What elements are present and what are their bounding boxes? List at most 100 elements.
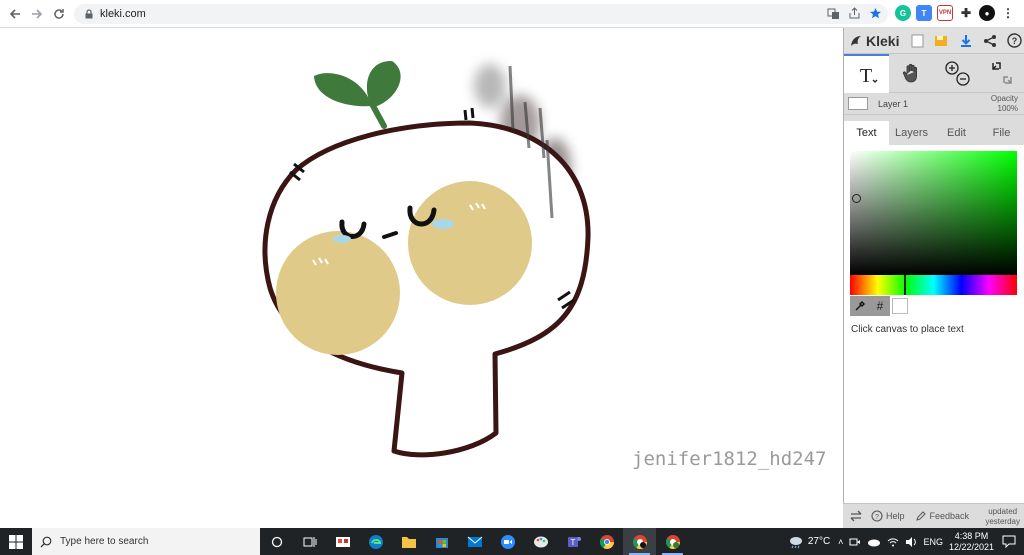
back-button[interactable] bbox=[4, 3, 26, 25]
taskbar-clock[interactable]: 4:38 PM 12/22/2021 bbox=[949, 531, 994, 553]
kleki-footer: ? Help Feedback updated yesterday bbox=[843, 503, 1024, 528]
share-button[interactable] bbox=[980, 31, 999, 51]
edge-browser-icon bbox=[368, 534, 383, 549]
drawing-canvas[interactable]: jenifer1812_hd247 bbox=[0, 28, 843, 528]
reload-button[interactable] bbox=[48, 3, 70, 25]
tool-selector: T bbox=[844, 53, 1024, 93]
extensions-puzzle-icon[interactable]: ✚ bbox=[958, 5, 974, 21]
bookmark-star-icon[interactable] bbox=[869, 7, 882, 20]
windows-logo-icon bbox=[9, 534, 23, 549]
forward-arrow-icon bbox=[32, 8, 43, 19]
chrome-icon bbox=[599, 534, 614, 549]
cortana-button[interactable] bbox=[260, 528, 293, 555]
teams-icon: T bbox=[567, 536, 581, 547]
notification-center-icon[interactable] bbox=[1002, 535, 1016, 548]
taskbar-app-chrome-profile2[interactable] bbox=[656, 528, 689, 555]
tab-edit[interactable]: Edit bbox=[934, 121, 979, 145]
forward-button[interactable] bbox=[26, 3, 48, 25]
eyedropper-icon bbox=[855, 301, 865, 311]
taskbar-app-chrome-active[interactable] bbox=[623, 528, 656, 555]
saturation-value-picker[interactable] bbox=[850, 151, 1017, 275]
download-icon bbox=[960, 34, 971, 47]
taskbar-app-zoom[interactable] bbox=[491, 528, 524, 555]
swap-panel-button[interactable] bbox=[849, 509, 863, 523]
sprout-leaf-right bbox=[366, 60, 401, 108]
help-circle-icon: ? bbox=[871, 510, 883, 522]
taskbar-app-file-explorer[interactable] bbox=[392, 528, 425, 555]
language-indicator[interactable]: ENG bbox=[923, 537, 943, 547]
download-button[interactable] bbox=[956, 31, 975, 51]
taskbar-app-paint3d[interactable] bbox=[524, 528, 557, 555]
new-file-icon bbox=[911, 34, 924, 47]
tab-layers[interactable]: Layers bbox=[889, 121, 934, 145]
taskbar-app-mail[interactable] bbox=[458, 528, 491, 555]
layer-opacity: Opacity 100% bbox=[990, 94, 1018, 113]
taskbar-app-paint[interactable] bbox=[326, 528, 359, 555]
layer-thumbnail[interactable] bbox=[848, 97, 868, 110]
hex-input-button[interactable]: # bbox=[870, 296, 890, 316]
translate-extension-icon[interactable]: T bbox=[916, 5, 932, 21]
wifi-icon[interactable] bbox=[887, 536, 899, 548]
tab-file[interactable]: File bbox=[979, 121, 1024, 145]
browser-toolbar: kleki.com G T VPN ✚ ● ⋮ bbox=[0, 0, 1024, 28]
tab-text[interactable]: Text bbox=[844, 121, 889, 145]
zoom-in-out-icon bbox=[944, 61, 970, 86]
task-view-button[interactable] bbox=[293, 528, 326, 555]
text-tool[interactable]: T bbox=[844, 53, 889, 93]
url-text: kleki.com bbox=[100, 8, 146, 20]
paint-app-icon bbox=[335, 536, 350, 547]
mail-icon bbox=[467, 536, 482, 547]
weather-cloud-rain-icon[interactable] bbox=[788, 535, 804, 549]
feedback-link[interactable]: Feedback bbox=[915, 510, 969, 522]
kleki-logo[interactable]: Kleki bbox=[849, 33, 899, 49]
taskbar-app-edge[interactable] bbox=[359, 528, 392, 555]
svg-text:T: T bbox=[570, 538, 575, 547]
svg-text:?: ? bbox=[875, 514, 879, 521]
undo-redo-icon bbox=[991, 62, 1012, 84]
help-link[interactable]: ? Help bbox=[871, 510, 905, 522]
help-button[interactable]: ? bbox=[1005, 31, 1024, 51]
vpn-extension-icon[interactable]: VPN bbox=[937, 5, 953, 21]
undo-redo-controls[interactable] bbox=[979, 54, 1024, 93]
color-tools-row: # bbox=[850, 296, 1024, 316]
weather-temperature[interactable]: 27°C bbox=[808, 536, 830, 547]
text-tool-icon: T bbox=[859, 65, 877, 87]
meet-now-icon[interactable] bbox=[849, 536, 861, 548]
windows-taskbar: Type here to search T 27°C ˄ ENG 4:38 PM… bbox=[0, 528, 1024, 555]
right-cheek bbox=[408, 181, 532, 305]
eyedropper-button[interactable] bbox=[850, 296, 870, 316]
taskbar-search[interactable]: Type here to search bbox=[32, 528, 260, 555]
translate-icon[interactable] bbox=[827, 7, 840, 20]
paint-palette-icon bbox=[533, 536, 548, 547]
onedrive-cloud-icon[interactable] bbox=[867, 536, 881, 548]
save-icon bbox=[935, 35, 948, 46]
question-circle-icon: ? bbox=[1007, 33, 1022, 48]
grammarly-extension-icon[interactable]: G bbox=[895, 5, 911, 21]
hue-slider[interactable] bbox=[850, 275, 1017, 295]
share-page-icon[interactable] bbox=[848, 7, 861, 20]
color-cursor[interactable] bbox=[852, 194, 861, 203]
chevron-up-icon[interactable]: ˄ bbox=[838, 537, 843, 547]
volume-speaker-icon[interactable] bbox=[905, 536, 917, 548]
swap-arrows-icon bbox=[850, 510, 862, 522]
share-icon bbox=[984, 34, 997, 47]
layer-preview-row[interactable]: Layer 1 Opacity 100% bbox=[844, 93, 1024, 115]
svg-text:T: T bbox=[859, 65, 871, 87]
new-image-button[interactable] bbox=[907, 31, 926, 51]
store-bag-icon bbox=[435, 537, 448, 548]
taskbar-app-teams[interactable]: T bbox=[557, 528, 590, 555]
taskbar-app-chrome[interactable] bbox=[590, 528, 623, 555]
current-color-swatch[interactable] bbox=[892, 298, 908, 314]
update-status[interactable]: updated yesterday bbox=[985, 507, 1020, 527]
zoom-controls[interactable] bbox=[934, 54, 979, 93]
hue-slider-handle[interactable] bbox=[904, 275, 906, 295]
browser-menu-icon[interactable]: ⋮ bbox=[1000, 5, 1016, 21]
hand-tool[interactable] bbox=[889, 54, 934, 93]
task-view-icon bbox=[303, 536, 316, 547]
address-bar[interactable]: kleki.com bbox=[74, 4, 888, 24]
profile-avatar[interactable]: ● bbox=[979, 5, 995, 21]
start-button[interactable] bbox=[0, 528, 32, 555]
feedback-pencil-icon bbox=[915, 511, 926, 521]
save-button[interactable] bbox=[932, 31, 951, 51]
taskbar-app-store[interactable] bbox=[425, 528, 458, 555]
